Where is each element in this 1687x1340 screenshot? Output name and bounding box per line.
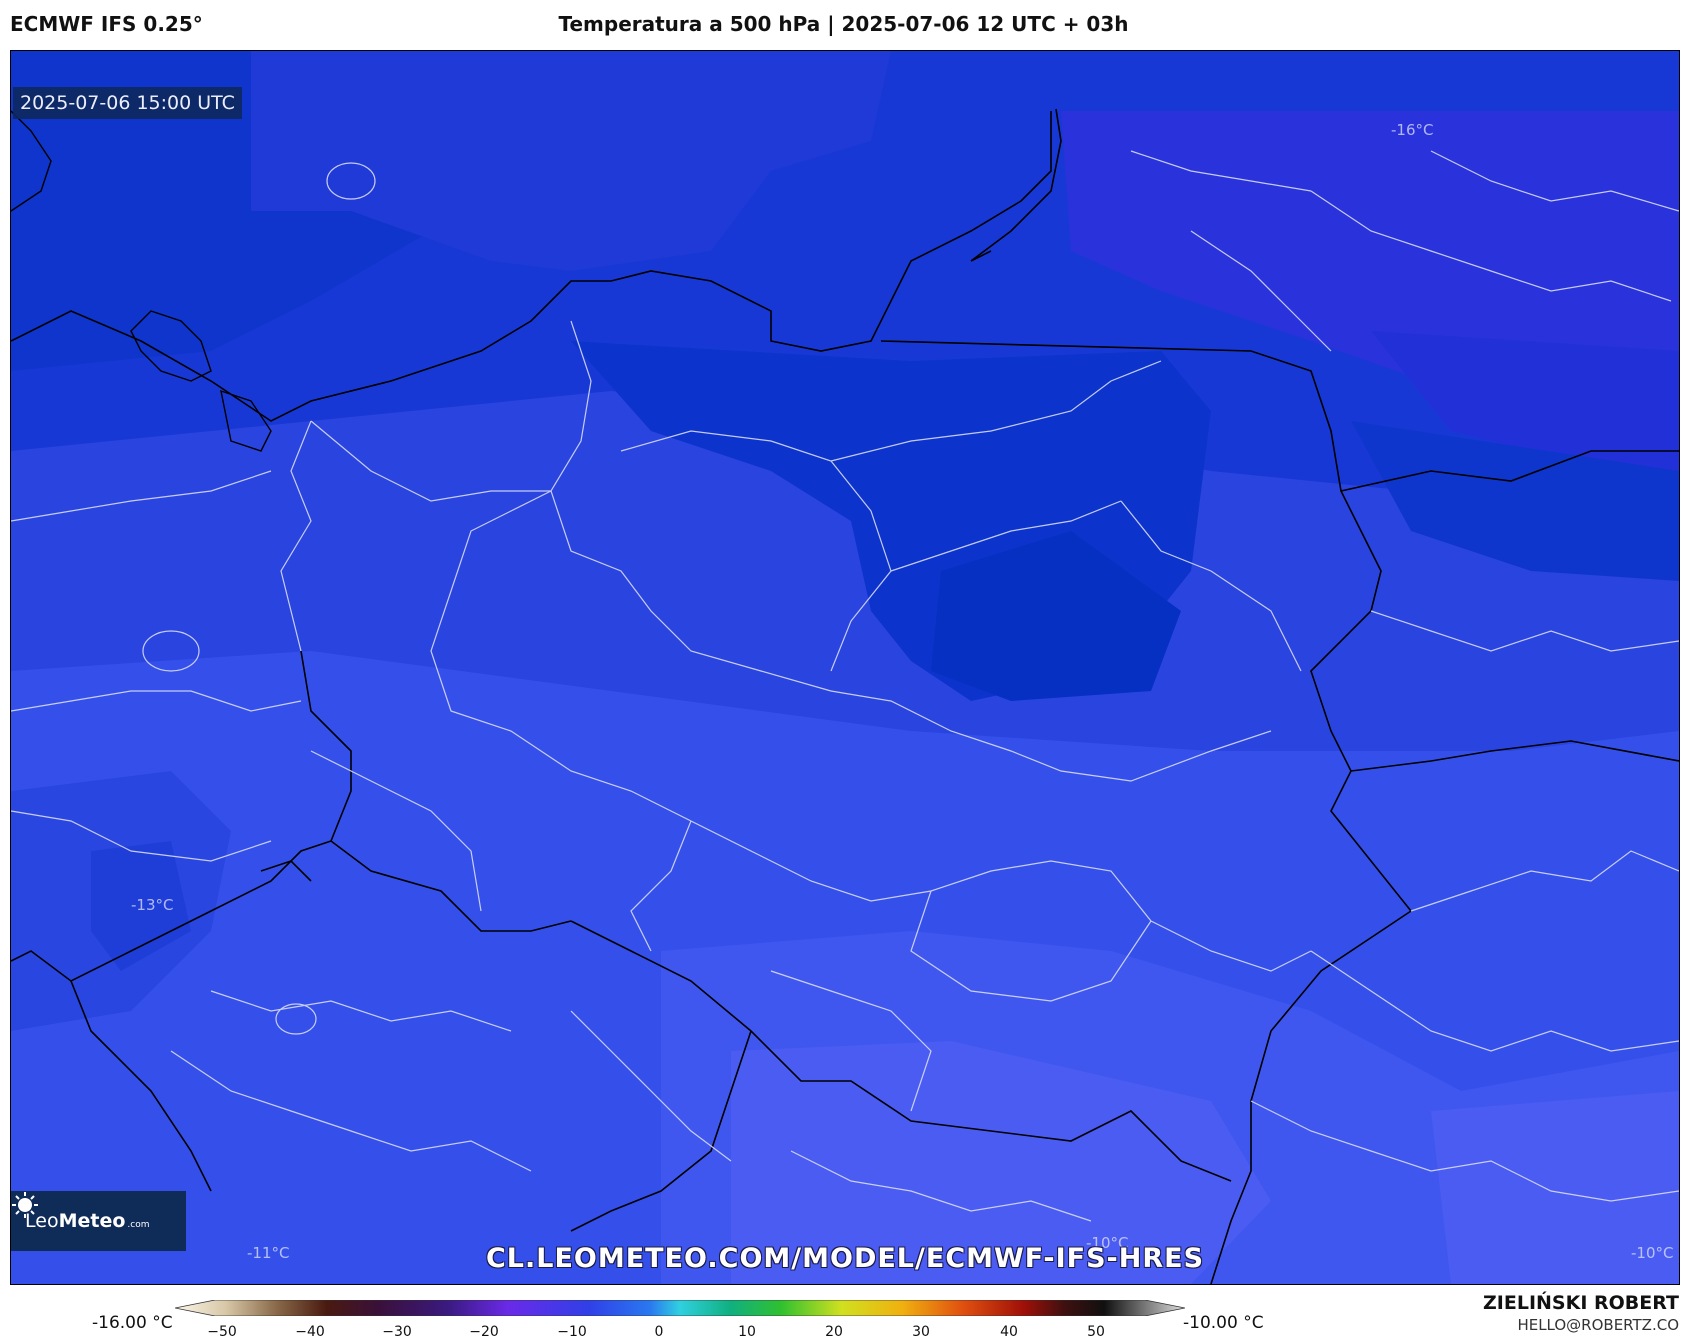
colorbar-tick: 50 (1087, 1324, 1105, 1340)
leometeo-logo[interactable]: Leo Meteo .com (11, 1191, 186, 1251)
colorbar-tick: 40 (1000, 1324, 1018, 1340)
colorbar-tick: −10 (557, 1324, 587, 1340)
source-url: CL.LEOMETEO.COM/MODEL/ECMWF-IFS-HRES (485, 1243, 1205, 1274)
author-email[interactable]: HELLO@ROBERTZ.CO (1483, 1316, 1679, 1334)
isotherm-label: -16°C (1391, 121, 1434, 139)
colorbar-tick: −20 (469, 1324, 499, 1340)
author-name: ZIELIŃSKI ROBERT (1483, 1292, 1679, 1314)
colorbar-tick: −40 (295, 1324, 325, 1340)
colorbar-ticks: −50 −40 −30 −20 −10 0 10 20 30 40 50 (0, 1324, 1687, 1340)
valid-time-badge: 2025-07-06 15:00 UTC (13, 87, 242, 119)
isotherm-label: -13°C (131, 896, 174, 914)
logo-text-meteo: Meteo (58, 1210, 126, 1232)
colorbar-tick: −50 (207, 1324, 237, 1340)
map-canvas (11, 51, 1679, 1284)
colorbar-tick: 30 (912, 1324, 930, 1340)
temperature-map[interactable]: 2025-07-06 15:00 UTC -16°C -13°C -11°C -… (10, 50, 1680, 1285)
colorbar-tick: 0 (654, 1324, 664, 1340)
colorbar (175, 1300, 1185, 1316)
author-credit: ZIELIŃSKI ROBERT HELLO@ROBERTZ.CO (1483, 1292, 1679, 1334)
logo-text-domain: .com (127, 1220, 150, 1230)
chart-title: Temperatura a 500 hPa | 2025-07-06 12 UT… (558, 12, 1129, 36)
colorbar-tick: −30 (382, 1324, 412, 1340)
colorbar-tick: 20 (825, 1324, 843, 1340)
colorbar-tick: 10 (738, 1324, 756, 1340)
sun-icon (12, 1192, 38, 1218)
